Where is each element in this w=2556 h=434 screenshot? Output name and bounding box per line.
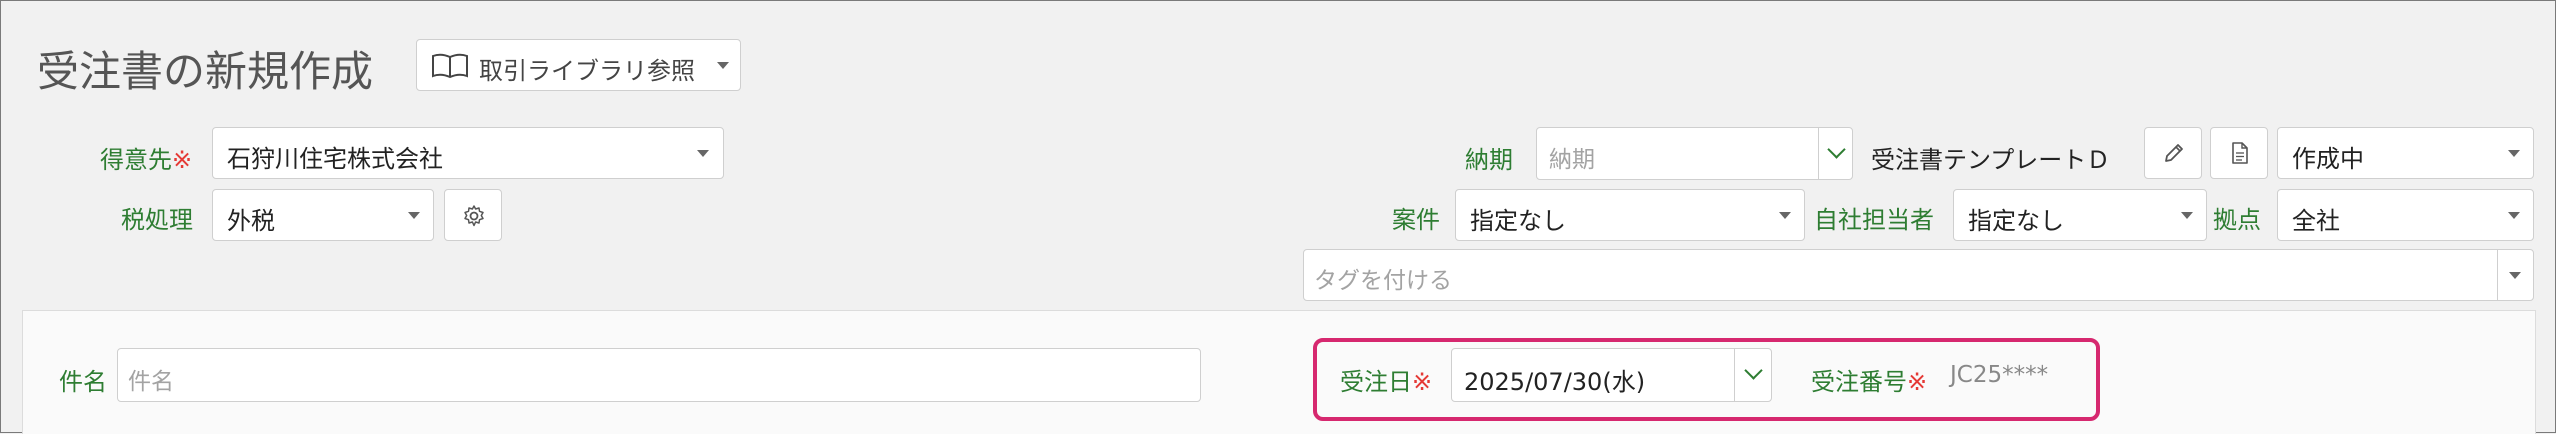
order-number-label: 受注番号※ [1811,362,1927,397]
tax-settings-button[interactable] [444,189,502,241]
customer-select[interactable]: 石狩川住宅株式会社 [212,127,724,179]
chevron-down-icon [697,150,709,157]
status-value: 作成中 [2292,145,2364,173]
chevron-down-icon [1744,361,1763,380]
order-date-input[interactable]: 2025/07/30(水) [1451,348,1772,402]
order-date-label-text: 受注日 [1340,368,1412,396]
branch-label: 拠点 [2213,206,2261,234]
order-date-label: 受注日※ [1340,362,1432,397]
customer-label: 得意先※ [100,140,192,175]
required-mark: ※ [172,146,193,174]
branch-value: 全社 [2292,207,2340,235]
subject-label: 件名 [59,368,107,396]
project-select[interactable]: 指定なし [1455,189,1805,241]
template-name: 受注書テンプレートＤ [1871,146,2111,174]
status-select[interactable]: 作成中 [2277,127,2534,179]
divider [1818,128,1819,179]
document-button[interactable] [2210,127,2268,179]
book-icon [432,53,468,79]
chevron-down-icon [1827,140,1846,159]
project-label: 案件 [1392,206,1440,234]
subject-input[interactable]: 件名 [117,348,1201,402]
delivery-label: 納期 [1465,146,1513,174]
chevron-down-icon [1779,212,1791,219]
staff-label: 自社担当者 [1814,206,1934,234]
divider [1734,349,1735,401]
edit-template-button[interactable] [2144,127,2202,179]
chevron-down-icon [408,212,420,219]
customer-value: 石狩川住宅株式会社 [227,145,443,173]
order-number-label-text: 受注番号 [1811,368,1907,396]
chevron-down-icon [2508,150,2520,157]
customer-label-text: 得意先 [100,146,172,174]
library-reference-label: 取引ライブラリ参照 [479,57,695,85]
project-value: 指定なし [1470,207,1566,235]
required-mark: ※ [1907,368,1928,396]
tags-input[interactable]: タグを付ける [1303,249,2534,301]
staff-select[interactable]: 指定なし [1953,189,2207,241]
order-date-value: 2025/07/30(水) [1464,368,1646,396]
order-number-value: JC25**** [1950,362,2049,388]
chevron-down-icon [2508,212,2520,219]
chevron-down-icon [717,62,729,69]
gear-icon [464,205,484,227]
delivery-date-input[interactable]: 納期 [1536,127,1853,180]
page-title: 受注書の新規作成 [37,47,374,96]
document-icon [2232,142,2248,164]
subject-placeholder: 件名 [128,369,174,395]
staff-value: 指定なし [1968,207,2064,235]
tax-label: 税処理 [121,206,193,234]
tax-value: 外税 [227,207,275,235]
tags-placeholder: タグを付ける [1314,268,1452,294]
chevron-down-icon [2509,272,2521,279]
branch-select[interactable]: 全社 [2277,189,2534,241]
divider [2497,250,2498,300]
pencil-icon [2165,144,2183,162]
tax-select[interactable]: 外税 [212,189,434,241]
library-reference-button[interactable]: 取引ライブラリ参照 [416,39,741,91]
required-mark: ※ [1412,368,1433,396]
delivery-placeholder: 納期 [1549,147,1595,173]
chevron-down-icon [2181,212,2193,219]
